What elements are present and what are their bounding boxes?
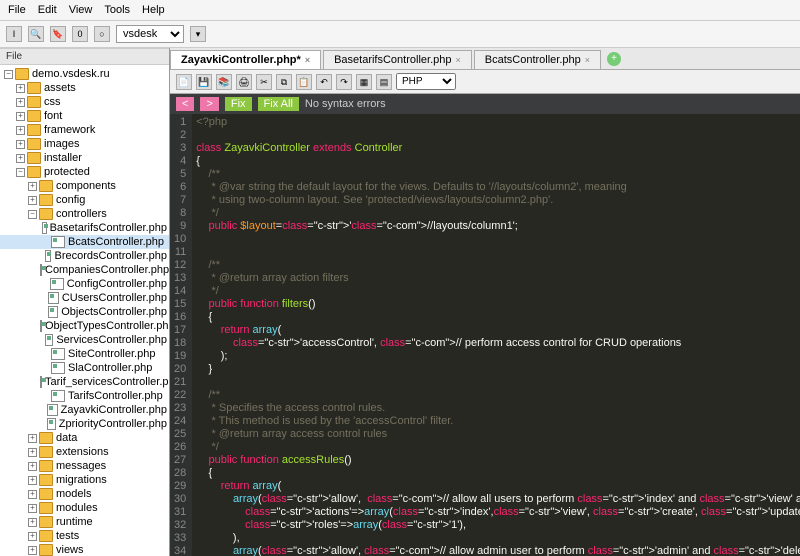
- code-editor[interactable]: 1 2 3 4 5 6 7 8 9 10 11 12 13 14 15 16 1…: [170, 114, 800, 556]
- menu-edit[interactable]: Edit: [38, 4, 57, 16]
- new-file-icon[interactable]: 📄: [176, 74, 192, 90]
- print-icon[interactable]: 🖨: [236, 74, 252, 90]
- tree-item[interactable]: +extensions: [0, 445, 169, 459]
- tree-item[interactable]: +assets: [0, 81, 169, 95]
- tree-item[interactable]: +images: [0, 137, 169, 151]
- tree-item[interactable]: +migrations: [0, 473, 169, 487]
- toolbar-main: I 🔍 🔖 0 ○ vsdesk ▾: [0, 21, 800, 48]
- menu-help[interactable]: Help: [142, 4, 165, 16]
- fix-all-button[interactable]: Fix All: [258, 97, 299, 111]
- zero-icon[interactable]: 0: [72, 26, 88, 42]
- tree-item[interactable]: +installer: [0, 151, 169, 165]
- close-icon[interactable]: ×: [305, 55, 310, 65]
- tree-item[interactable]: +font: [0, 109, 169, 123]
- project-select[interactable]: vsdesk: [116, 25, 184, 43]
- tab-bar: ZayavkiController.php*×BasetarifsControl…: [170, 48, 800, 70]
- redo-icon[interactable]: ↷: [336, 74, 352, 90]
- menu-file[interactable]: File: [8, 4, 26, 16]
- tree-item[interactable]: ObjectTypesController.php: [0, 319, 169, 333]
- tree-item[interactable]: ObjectsController.php: [0, 305, 169, 319]
- file-panel-header: File: [0, 48, 169, 65]
- tree-item[interactable]: CompaniesController.php: [0, 263, 169, 277]
- menu-view[interactable]: View: [69, 4, 93, 16]
- editor-area: ZayavkiController.php*×BasetarifsControl…: [170, 48, 800, 556]
- new-tab-button[interactable]: +: [607, 52, 621, 66]
- editor-toolbar: 📄 💾 📚 🖨 ✂ ⧉ 📋 ↶ ↷ ▦ ▤ PHP: [170, 70, 800, 94]
- tree-item[interactable]: SiteController.php: [0, 347, 169, 361]
- close-icon[interactable]: ×: [585, 55, 590, 65]
- prev-error-button[interactable]: <: [176, 97, 194, 111]
- indent-icon[interactable]: ▦: [356, 74, 372, 90]
- dropdown-icon[interactable]: ▾: [190, 26, 206, 42]
- tree-item[interactable]: Tarif_servicesController.php: [0, 375, 169, 389]
- tree-item[interactable]: BasetarifsController.php: [0, 221, 169, 235]
- menubar: File Edit View Tools Help: [0, 0, 800, 21]
- fix-button[interactable]: Fix: [225, 97, 252, 111]
- language-select[interactable]: PHP: [396, 73, 456, 90]
- editor-tab[interactable]: BasetarifsController.php×: [323, 50, 472, 69]
- tree-item[interactable]: +data: [0, 431, 169, 445]
- tree-item[interactable]: +config: [0, 193, 169, 207]
- tree-item[interactable]: +models: [0, 487, 169, 501]
- tree-item[interactable]: SlaController.php: [0, 361, 169, 375]
- tree-item[interactable]: +messages: [0, 459, 169, 473]
- code-content[interactable]: <?php class ZayavkiController extends Co…: [192, 114, 800, 556]
- paste-icon[interactable]: 📋: [296, 74, 312, 90]
- outdent-icon[interactable]: ▤: [376, 74, 392, 90]
- cut-icon[interactable]: ✂: [256, 74, 272, 90]
- tree-item[interactable]: −demo.vsdesk.ru: [0, 67, 169, 81]
- circle-icon[interactable]: ○: [94, 26, 110, 42]
- sidebar: File −demo.vsdesk.ru+assets+css+font+fra…: [0, 48, 170, 556]
- tree-item[interactable]: +runtime: [0, 515, 169, 529]
- next-error-button[interactable]: >: [200, 97, 218, 111]
- tree-item[interactable]: BcatsController.php: [0, 235, 169, 249]
- tree-item[interactable]: +components: [0, 179, 169, 193]
- tree-item[interactable]: +tests: [0, 529, 169, 543]
- menu-tools[interactable]: Tools: [104, 4, 130, 16]
- search-icon[interactable]: 🔍: [28, 26, 44, 42]
- copy-icon[interactable]: ⧉: [276, 74, 292, 90]
- syntax-bar: < > Fix Fix All No syntax errors: [170, 94, 800, 114]
- undo-icon[interactable]: ↶: [316, 74, 332, 90]
- tree-item[interactable]: TarifsController.php: [0, 389, 169, 403]
- close-icon[interactable]: ×: [455, 55, 460, 65]
- tree-item[interactable]: CUsersController.php: [0, 291, 169, 305]
- syntax-message: No syntax errors: [305, 98, 386, 110]
- tree-item[interactable]: +css: [0, 95, 169, 109]
- editor-tab[interactable]: BcatsController.php×: [474, 50, 601, 69]
- italic-icon[interactable]: I: [6, 26, 22, 42]
- tree-item[interactable]: BrecordsController.php: [0, 249, 169, 263]
- tree-item[interactable]: ZpriorityController.php: [0, 417, 169, 431]
- tree-item[interactable]: ZayavkiController.php: [0, 403, 169, 417]
- file-tree[interactable]: −demo.vsdesk.ru+assets+css+font+framewor…: [0, 65, 169, 556]
- save-all-icon[interactable]: 📚: [216, 74, 232, 90]
- bookmark-icon[interactable]: 🔖: [50, 26, 66, 42]
- tree-item[interactable]: +modules: [0, 501, 169, 515]
- editor-tab[interactable]: ZayavkiController.php*×: [170, 50, 321, 69]
- tree-item[interactable]: +framework: [0, 123, 169, 137]
- tree-item[interactable]: ConfigController.php: [0, 277, 169, 291]
- save-icon[interactable]: 💾: [196, 74, 212, 90]
- line-gutter: 1 2 3 4 5 6 7 8 9 10 11 12 13 14 15 16 1…: [170, 114, 192, 556]
- tree-item[interactable]: −controllers: [0, 207, 169, 221]
- tree-item[interactable]: +views: [0, 543, 169, 556]
- tree-item[interactable]: ServicesController.php: [0, 333, 169, 347]
- tree-item[interactable]: −protected: [0, 165, 169, 179]
